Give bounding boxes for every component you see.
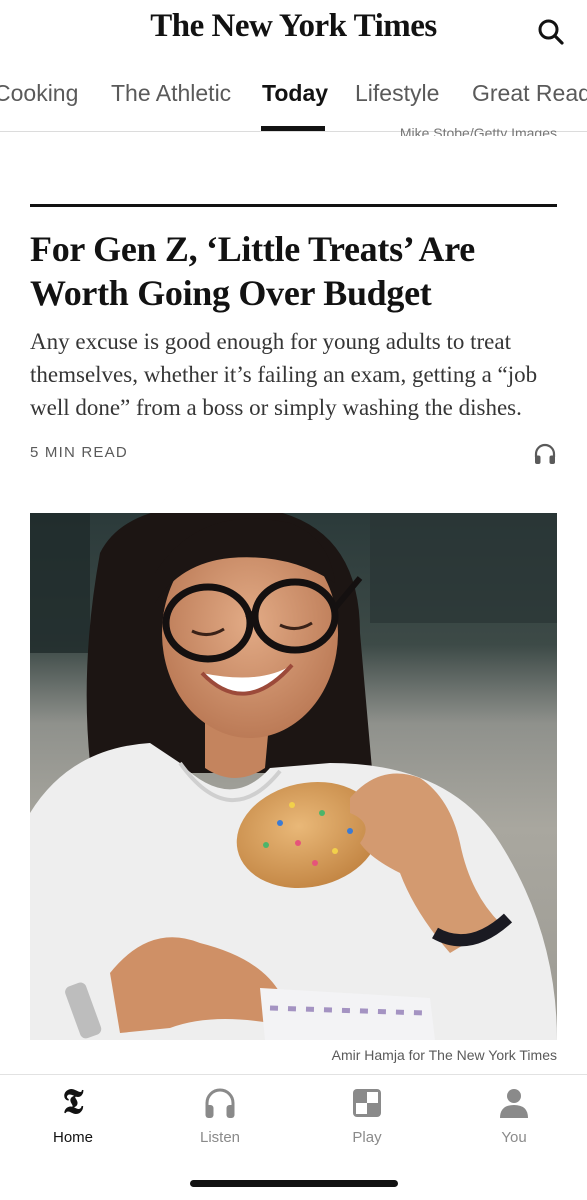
person-icon — [500, 1089, 528, 1118]
nyt-logo-icon: 𝕿 — [62, 1084, 84, 1121]
nav-play-label: Play — [352, 1129, 382, 1146]
headphones-icon — [205, 1088, 235, 1118]
tab-cooking[interactable]: Cooking — [0, 80, 78, 107]
tab-great-read[interactable]: Great Read — [472, 80, 587, 107]
app-header: The New York Times — [0, 0, 587, 60]
headphones-icon[interactable] — [533, 442, 557, 466]
games-icon — [353, 1089, 381, 1117]
home-indicator-bar[interactable] — [190, 1180, 398, 1187]
previous-photo-credit: Mike Stobe/Getty Images — [399, 125, 557, 136]
article-card[interactable]: For Gen Z, ‘Little Treats’ Are Worth Goi… — [30, 204, 557, 466]
article-photo[interactable] — [30, 513, 557, 1040]
tab-lifestyle[interactable]: Lifestyle — [355, 80, 439, 107]
bottom-navigation: 𝕿 Home Listen Play You — [0, 1074, 587, 1200]
woman-with-cookie-illustration — [30, 513, 557, 1040]
search-icon[interactable] — [537, 18, 565, 46]
article-summary: Any excuse is good enough for young adul… — [30, 329, 538, 420]
article-meta: 5 MIN READ — [30, 440, 557, 466]
nav-listen[interactable]: Listen — [175, 1085, 265, 1146]
article-divider — [30, 204, 557, 207]
nav-listen-label: Listen — [199, 1129, 241, 1146]
read-time: 5 MIN READ — [30, 444, 128, 461]
tab-today[interactable]: Today — [262, 80, 328, 107]
nav-you-label: You — [501, 1129, 527, 1146]
nav-you[interactable]: You — [469, 1085, 559, 1146]
active-tab-indicator — [261, 126, 325, 131]
nav-play[interactable]: Play — [322, 1085, 412, 1146]
article-headline[interactable]: For Gen Z, ‘Little Treats’ Are Worth Goi… — [30, 227, 557, 315]
photo-credit: Amir Hamja for The New York Times — [331, 1047, 557, 1063]
nav-home-label: Home — [52, 1129, 93, 1146]
nyt-masthead-logo[interactable]: The New York Times — [0, 8, 587, 45]
tab-the-athletic[interactable]: The Athletic — [111, 80, 231, 107]
nav-home[interactable]: 𝕿 Home — [28, 1084, 118, 1147]
